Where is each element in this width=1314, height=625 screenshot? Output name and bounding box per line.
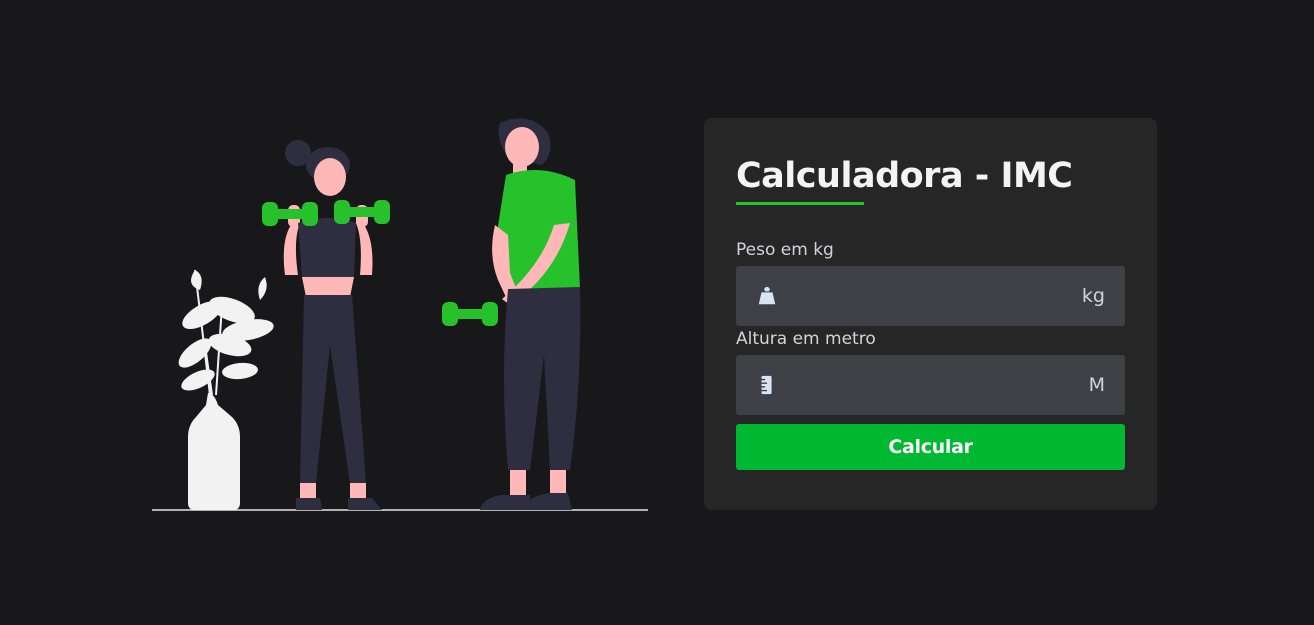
title-underline xyxy=(736,202,864,205)
height-unit: M xyxy=(1088,374,1105,396)
weight-unit: kg xyxy=(1081,285,1105,307)
height-label: Altura em metro xyxy=(736,329,876,349)
height-input[interactable] xyxy=(790,355,1064,417)
bmi-calculator-card: Calculadora - IMC Peso em kg kg Altura e… xyxy=(704,118,1157,510)
weight-label: Peso em kg xyxy=(736,240,834,260)
weight-input[interactable] xyxy=(790,266,1064,328)
calculate-button[interactable]: Calcular xyxy=(736,424,1125,470)
ruler-icon xyxy=(761,375,772,395)
weight-field[interactable]: kg xyxy=(736,266,1125,328)
fitness-illustration xyxy=(152,118,648,511)
woman-figure xyxy=(262,140,390,510)
page-title: Calculadora - IMC xyxy=(736,156,1073,196)
dumbbell-icon xyxy=(442,302,498,326)
weight-icon xyxy=(758,286,776,305)
plant-icon xyxy=(178,269,274,510)
man-figure xyxy=(442,118,581,510)
height-field[interactable]: M xyxy=(736,355,1125,417)
